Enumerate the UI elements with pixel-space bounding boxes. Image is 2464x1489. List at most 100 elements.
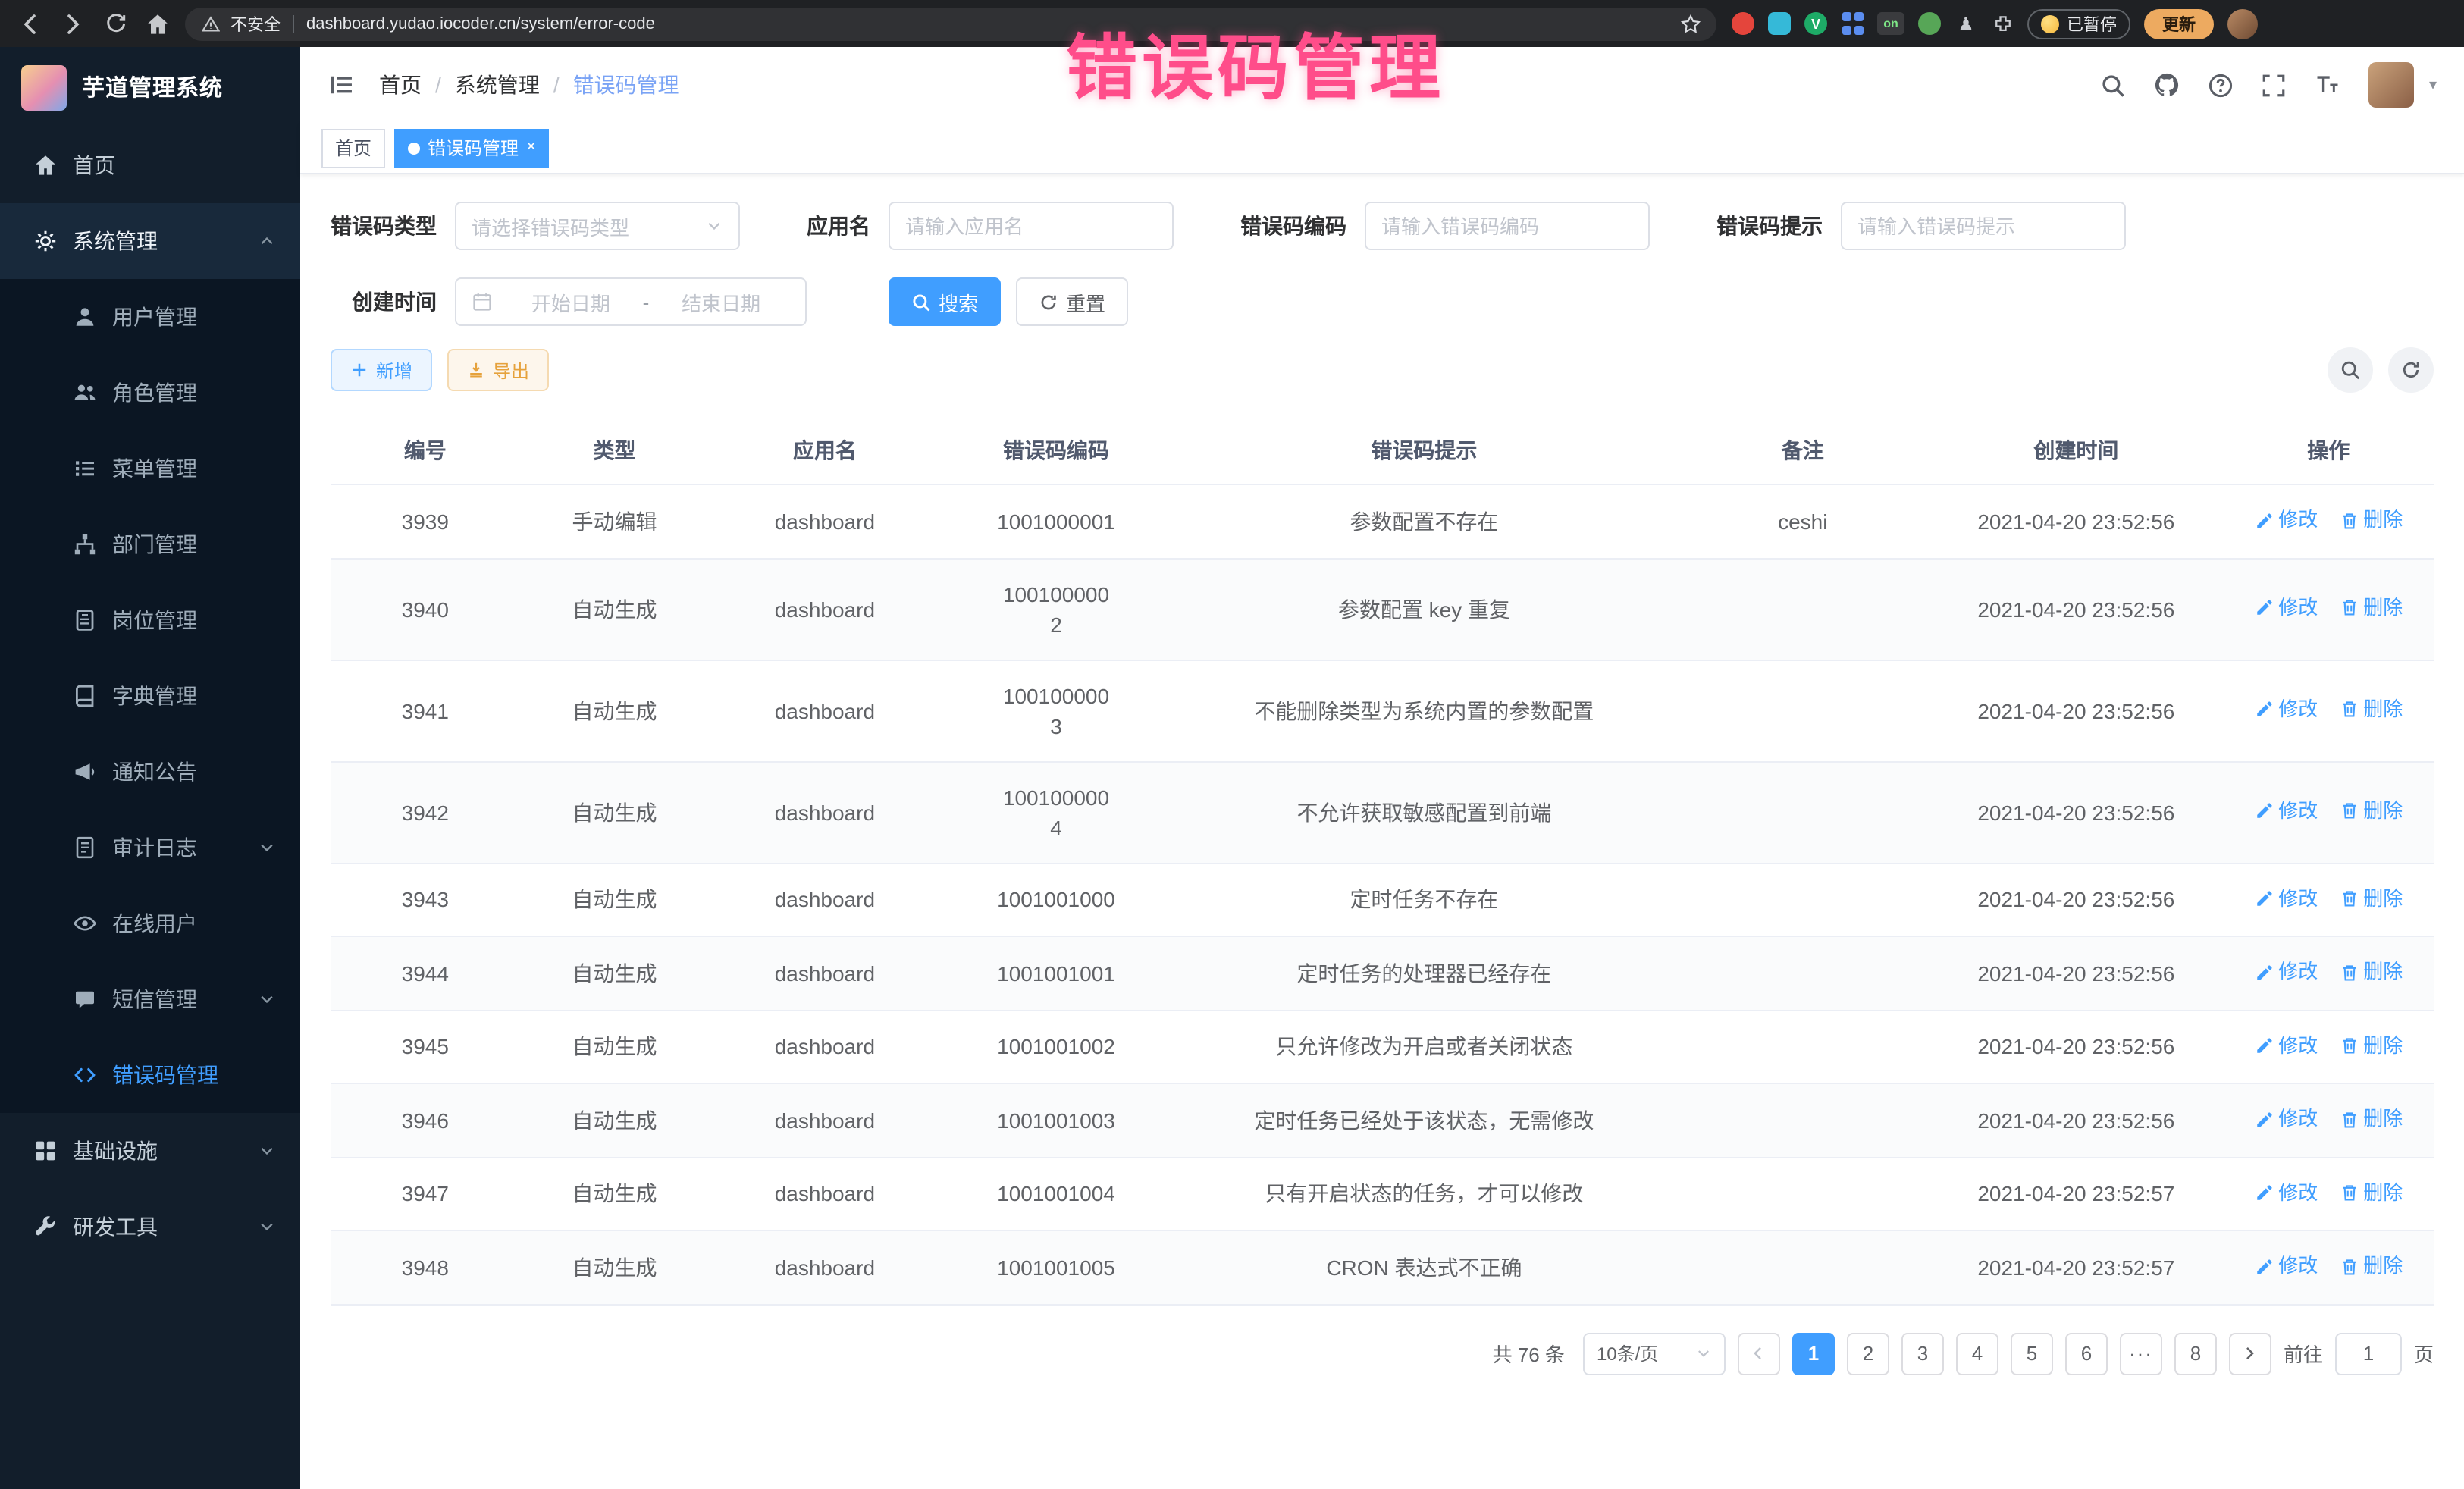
sidebar-item-label: 研发工具	[73, 1212, 158, 1242]
page-button[interactable]: 3	[1901, 1332, 1944, 1375]
edit-link[interactable]: 修改	[2254, 1030, 2318, 1061]
chevron-down-icon	[258, 1142, 276, 1160]
delete-link[interactable]: 删除	[2339, 505, 2403, 535]
sidebar-item-online[interactable]: 在线用户	[0, 886, 300, 961]
browser-avatar[interactable]	[2227, 8, 2258, 39]
delete-link[interactable]: 删除	[2339, 1177, 2403, 1208]
breadcrumb-item[interactable]: 错误码管理	[573, 70, 679, 100]
table-row: 3944自动生成dashboard1001001001定时任务的处理器已经存在2…	[331, 936, 2434, 1010]
sidebar-item-role[interactable]: 角色管理	[0, 355, 300, 431]
delete-link[interactable]: 删除	[2339, 593, 2403, 623]
edit-link[interactable]: 修改	[2254, 1104, 2318, 1134]
goto-page-input[interactable]	[2335, 1332, 2402, 1375]
refresh-icon[interactable]	[2388, 347, 2434, 393]
page-size-select[interactable]: 10条/页	[1583, 1332, 1726, 1375]
reload-icon[interactable]	[100, 8, 130, 39]
sidebar-item-post[interactable]: 岗位管理	[0, 582, 300, 658]
next-page-button[interactable]	[2229, 1332, 2271, 1375]
sidebar-item-system[interactable]: 系统管理	[0, 203, 300, 279]
close-icon[interactable]: ×	[526, 139, 536, 156]
browser-home-icon[interactable]	[143, 8, 173, 39]
breadcrumb-item[interactable]: 系统管理	[455, 70, 540, 100]
user-avatar[interactable]	[2368, 62, 2414, 108]
prev-page-button[interactable]	[1738, 1332, 1780, 1375]
edit-link[interactable]: 修改	[2254, 505, 2318, 535]
page-button[interactable]: 4	[1956, 1332, 1998, 1375]
page-button[interactable]: 5	[2011, 1332, 2053, 1375]
cell-ops: 修改删除	[2224, 1230, 2434, 1304]
delete-label: 删除	[2363, 957, 2403, 987]
cell-memo	[1676, 761, 1929, 863]
delete-link[interactable]: 删除	[2339, 796, 2403, 826]
sidebar-item-sms[interactable]: 短信管理	[0, 961, 300, 1037]
back-icon[interactable]	[15, 8, 45, 39]
tag-item[interactable]: 错误码管理×	[394, 128, 550, 168]
paused-badge[interactable]: 已暂停	[2027, 8, 2130, 39]
reset-button[interactable]: 重置	[1016, 277, 1128, 326]
page-button[interactable]: 2	[1847, 1332, 1889, 1375]
edit-link[interactable]: 修改	[2254, 883, 2318, 914]
edit-link[interactable]: 修改	[2254, 694, 2318, 725]
edit-link[interactable]: 修改	[2254, 1177, 2318, 1208]
breadcrumb-item[interactable]: 首页	[379, 70, 422, 100]
delete-link[interactable]: 删除	[2339, 1251, 2403, 1281]
delete-icon	[2339, 1183, 2359, 1202]
edit-link[interactable]: 修改	[2254, 796, 2318, 826]
cell-memo	[1676, 936, 1929, 1010]
extension-pin-icon[interactable]: ♟	[1955, 12, 1977, 35]
extension-record-icon[interactable]	[1732, 12, 1754, 35]
sidebar-item-notice[interactable]: 通知公告	[0, 734, 300, 810]
error-code-type-select[interactable]: 请选择错误码类型	[455, 202, 740, 250]
delete-link[interactable]: 删除	[2339, 1104, 2403, 1134]
extension-v-icon[interactable]: V	[1804, 12, 1827, 35]
sidebar-item-home[interactable]: 首页	[0, 127, 300, 203]
page-button[interactable]: ···	[2120, 1332, 2162, 1375]
font-size-icon[interactable]	[2314, 71, 2341, 99]
forward-icon[interactable]	[58, 8, 88, 39]
search-icon[interactable]	[2100, 72, 2126, 98]
tag-item[interactable]: 首页	[321, 128, 385, 168]
address-bar[interactable]: 不安全 dashboard.yudao.iocoder.cn/system/er…	[185, 7, 1716, 40]
date-range-picker[interactable]: 开始日期 - 结束日期	[455, 277, 807, 326]
sidebar-item-tools[interactable]: 研发工具	[0, 1189, 300, 1265]
edit-link[interactable]: 修改	[2254, 1251, 2318, 1281]
delete-link[interactable]: 删除	[2339, 883, 2403, 914]
page-button[interactable]: 6	[2065, 1332, 2108, 1375]
delete-link[interactable]: 删除	[2339, 1030, 2403, 1061]
toggle-search-icon[interactable]	[2328, 347, 2373, 393]
github-icon[interactable]	[2153, 71, 2180, 99]
hamburger-icon[interactable]	[328, 71, 355, 99]
sidebar-item-error-code[interactable]: 错误码管理	[0, 1037, 300, 1113]
edit-link[interactable]: 修改	[2254, 957, 2318, 987]
caret-down-icon[interactable]: ▾	[2429, 77, 2437, 93]
sidebar-item-menu[interactable]: 菜单管理	[0, 431, 300, 506]
fullscreen-icon[interactable]	[2261, 72, 2287, 98]
page-button[interactable]: 8	[2174, 1332, 2217, 1375]
help-icon[interactable]	[2208, 72, 2234, 98]
delete-link[interactable]: 删除	[2339, 957, 2403, 987]
extension-grid-icon[interactable]	[1841, 12, 1864, 35]
update-button[interactable]: 更新	[2144, 8, 2214, 39]
error-hint-input[interactable]	[1841, 202, 2126, 250]
pagination: 共 76 条 10条/页 123456···8 前往 页	[331, 1332, 2434, 1375]
extension-teal-icon[interactable]	[1768, 12, 1791, 35]
sidebar-item-label: 用户管理	[112, 302, 197, 332]
table-body: 3939手动编辑dashboard1001000001参数配置不存在ceshi2…	[331, 484, 2434, 1304]
app-name-input[interactable]	[889, 202, 1174, 250]
bookmark-star-icon[interactable]	[1680, 13, 1701, 34]
extensions-puzzle-icon[interactable]	[1991, 12, 2014, 35]
sidebar-item-user[interactable]: 用户管理	[0, 279, 300, 355]
search-button[interactable]: 搜索	[889, 277, 1001, 326]
edit-link[interactable]: 修改	[2254, 593, 2318, 623]
sidebar-item-dept[interactable]: 部门管理	[0, 506, 300, 582]
delete-link[interactable]: 删除	[2339, 694, 2403, 725]
export-button[interactable]: 导出	[447, 349, 549, 391]
sidebar-item-audit[interactable]: 审计日志	[0, 810, 300, 886]
sidebar-item-dict[interactable]: 字典管理	[0, 658, 300, 734]
extension-proxy-icon[interactable]: on	[1877, 12, 1904, 35]
add-button[interactable]: 新增	[331, 349, 432, 391]
error-code-input[interactable]	[1365, 202, 1650, 250]
extension-green-icon[interactable]	[1918, 12, 1941, 35]
page-button[interactable]: 1	[1792, 1332, 1835, 1375]
sidebar-item-infra[interactable]: 基础设施	[0, 1113, 300, 1189]
